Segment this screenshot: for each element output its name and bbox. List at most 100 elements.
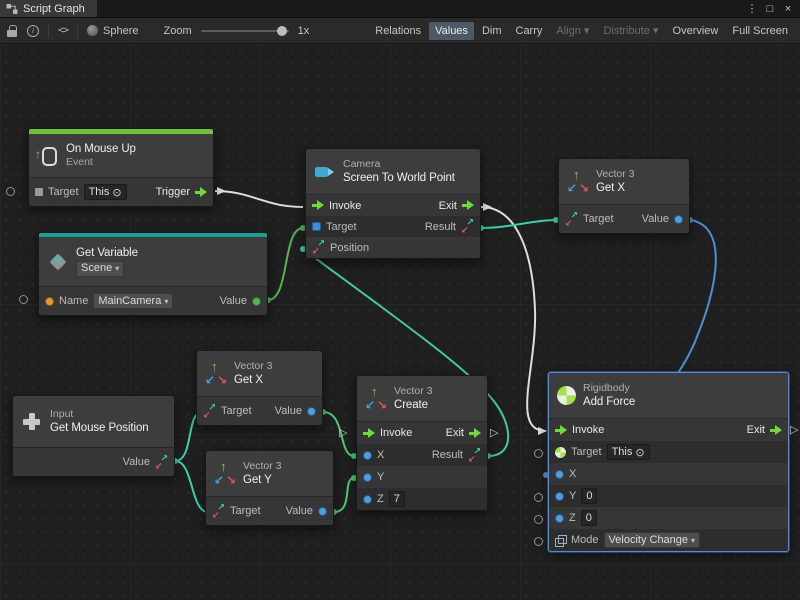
align-button[interactable]: Align ▾ (550, 21, 595, 40)
port-label: Trigger (156, 186, 190, 198)
zoom-slider-handle[interactable] (277, 26, 287, 36)
port-label: Invoke (380, 427, 412, 439)
port-label: Name (59, 295, 88, 307)
node-title: Get Y (243, 473, 282, 487)
camera-target-port[interactable] (312, 222, 321, 231)
window-menu-icon[interactable]: ⋮ (744, 2, 760, 15)
node-vector3-get-x[interactable]: Vector 3 Get X Target Value (558, 158, 690, 234)
port-label: X (569, 468, 576, 480)
port-label: Position (330, 242, 369, 254)
node-screen-to-world-point[interactable]: Camera Screen To World Point Invoke Exit… (305, 148, 481, 259)
target-self-chip[interactable]: This⊙ (84, 184, 127, 200)
node-get-mouse-position[interactable]: Input Get Mouse Position Value (12, 395, 175, 477)
zoom-slider[interactable] (201, 30, 289, 32)
float-port[interactable] (555, 492, 564, 501)
maximize-icon[interactable]: □ (762, 3, 778, 15)
code-icon[interactable]: <> (58, 25, 68, 36)
unconnected-port[interactable] (534, 493, 543, 502)
unconnected-flow-port[interactable]: ▷ (339, 428, 347, 439)
port-label: Exit (747, 424, 765, 436)
variable-scope-dropdown[interactable]: Scene▾ (76, 261, 124, 277)
float-port[interactable] (555, 514, 564, 523)
flow-out-port[interactable] (195, 187, 207, 198)
vector3-icon (365, 388, 387, 410)
port-label: Target (221, 405, 252, 417)
float-output-port[interactable] (307, 407, 316, 416)
node-vector3-get-y[interactable]: Vector 3 Get Y Target Value (205, 450, 334, 526)
relations-button[interactable]: Relations (369, 22, 427, 40)
overview-button[interactable]: Overview (667, 22, 725, 40)
float-port[interactable] (555, 470, 564, 479)
float-port[interactable] (363, 451, 372, 460)
z-value-field[interactable]: 0 (581, 510, 597, 526)
vector3-icon (205, 363, 227, 385)
float-output-port[interactable] (674, 215, 683, 224)
gameobject-port-icon[interactable] (35, 188, 43, 196)
variable-name-dropdown[interactable]: MainCamera▾ (93, 293, 173, 309)
node-title: Screen To World Point (343, 171, 455, 185)
node-subtitle: Event (66, 156, 136, 169)
lock-icon[interactable] (6, 24, 18, 38)
port-label: Target (48, 186, 79, 198)
float-port[interactable] (363, 495, 372, 504)
unconnected-port[interactable] (19, 295, 28, 304)
carry-button[interactable]: Carry (510, 22, 549, 40)
target-self-chip[interactable]: This⊙ (607, 444, 650, 460)
node-on-mouse-up[interactable]: On Mouse Up Event Target This⊙ Trigger (28, 128, 214, 207)
port-label: Mode (571, 534, 599, 546)
distribute-button[interactable]: Distribute ▾ (597, 21, 664, 40)
vector3-port[interactable] (565, 213, 578, 226)
dim-button[interactable]: Dim (476, 22, 508, 40)
vector3-port[interactable] (212, 505, 225, 518)
unconnected-port[interactable] (534, 449, 543, 458)
node-vector3-get-x[interactable]: Vector 3 Get X Target Value (196, 350, 323, 426)
flow-in-port[interactable] (363, 428, 375, 439)
string-port[interactable] (45, 297, 54, 306)
port-label: X (377, 449, 384, 461)
float-port[interactable] (363, 473, 372, 482)
z-value-field[interactable]: 7 (389, 491, 405, 507)
full-screen-button[interactable]: Full Screen (726, 22, 794, 40)
separator (77, 23, 78, 38)
node-vector3-create[interactable]: Vector 3 Create Invoke Exit X Result Y Z… (356, 375, 488, 511)
vector3-port[interactable] (203, 405, 216, 418)
unconnected-port[interactable] (534, 537, 543, 546)
node-category: Camera (343, 158, 455, 171)
node-add-force[interactable]: Rigidbody Add Force Invoke Exit Target T… (548, 372, 789, 552)
object-breadcrumb[interactable]: Sphere (87, 25, 138, 37)
zoom-label: Zoom (164, 25, 192, 37)
vector3-output-port[interactable] (468, 449, 481, 462)
node-category: Vector 3 (596, 168, 635, 181)
tab-script-graph[interactable]: Script Graph (0, 0, 97, 17)
flow-in-port[interactable] (555, 425, 567, 436)
flow-out-port[interactable] (469, 428, 481, 439)
port-label: Value (275, 405, 302, 417)
sphere-icon (87, 25, 98, 36)
graph-toolbar: i <> Sphere Zoom 1x Relations Values Dim… (0, 18, 800, 44)
y-value-field[interactable]: 0 (581, 488, 597, 504)
unconnected-flow-port[interactable]: ▷ (790, 425, 798, 436)
flow-out-port[interactable] (770, 425, 782, 436)
unconnected-flow-port[interactable]: ▷ (490, 428, 498, 439)
flow-in-port[interactable] (312, 200, 324, 211)
unconnected-port[interactable] (6, 187, 15, 196)
node-get-variable[interactable]: Get Variable Scene▾ Name MainCamera▾ Val… (38, 232, 268, 316)
close-icon[interactable]: × (780, 3, 796, 15)
float-output-port[interactable] (318, 507, 327, 516)
rigidbody-icon (557, 386, 576, 405)
vector3-port[interactable] (312, 241, 325, 254)
vector3-output-port[interactable] (155, 456, 168, 469)
port-label: Value (642, 213, 669, 225)
rigidbody-port-icon[interactable] (555, 447, 566, 458)
port-label: Exit (439, 200, 457, 212)
info-icon[interactable]: i (27, 25, 39, 37)
flow-out-port[interactable] (462, 200, 474, 211)
mode-dropdown[interactable]: Velocity Change▾ (604, 532, 701, 548)
vector3-port[interactable] (461, 220, 474, 233)
value-output-port[interactable] (252, 297, 261, 306)
chevron-down-icon: ▾ (653, 25, 659, 37)
unconnected-port[interactable] (534, 515, 543, 524)
enum-port-icon[interactable] (555, 535, 566, 546)
values-button[interactable]: Values (429, 22, 474, 40)
node-category: Vector 3 (394, 385, 433, 398)
